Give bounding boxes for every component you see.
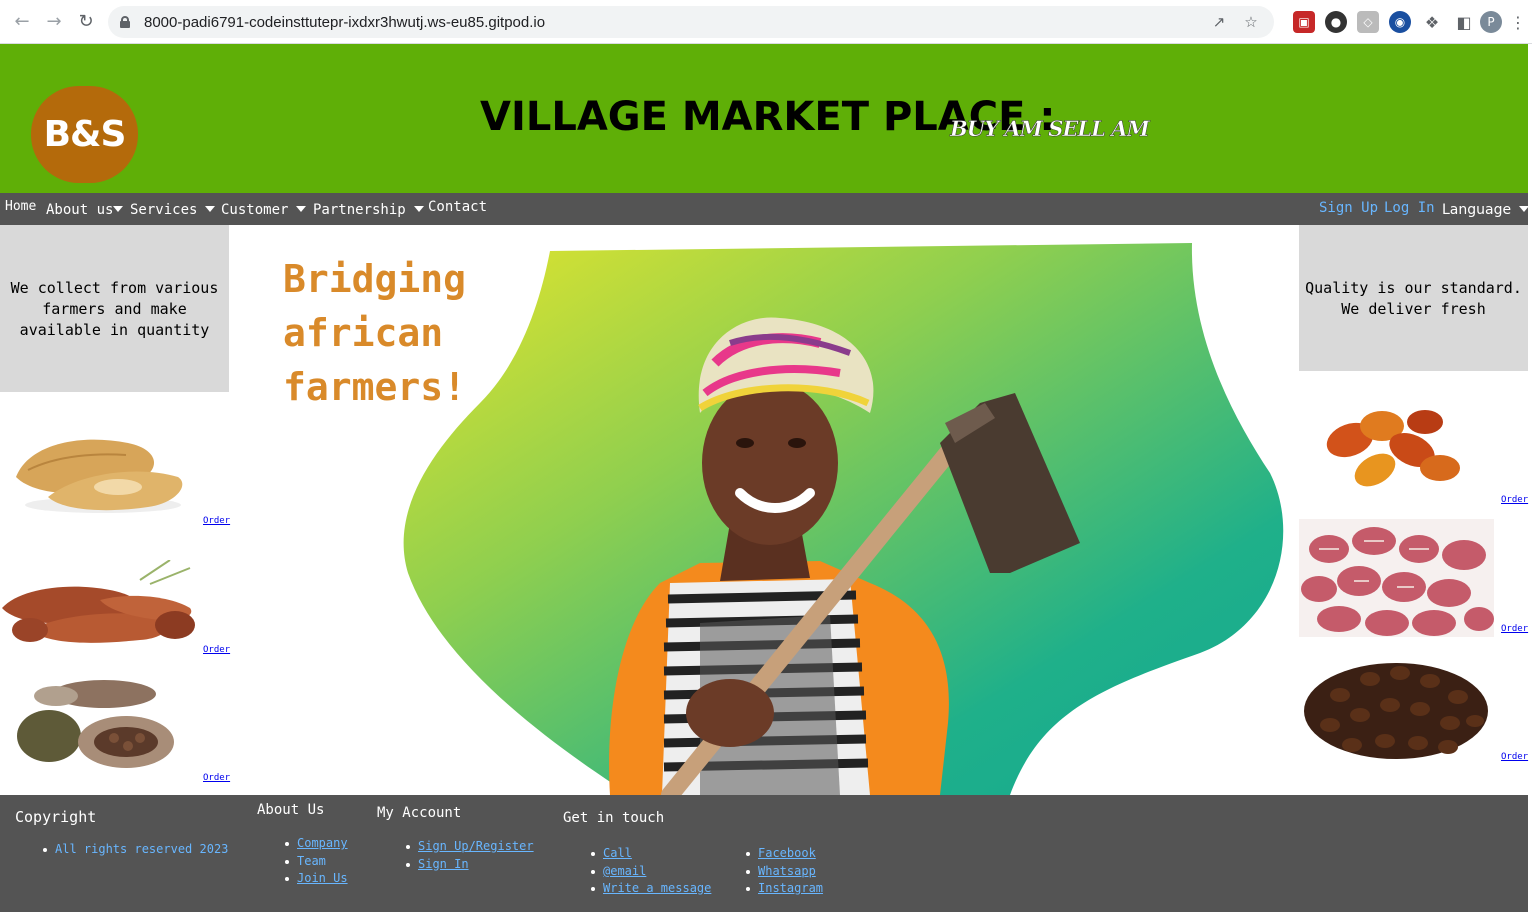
cocoa-pods-image (17, 680, 174, 768)
left-info-box: We collect from various farmers and make… (0, 225, 229, 392)
chevron-down-icon (413, 206, 424, 212)
order-link-coffee[interactable]: Order (1501, 752, 1528, 762)
nav-customer[interactable]: Customer (221, 202, 307, 218)
nav-services-label: Services (130, 202, 198, 218)
footer-link-whatsapp[interactable]: Whatsapp (758, 864, 816, 878)
main-navbar: Home About us Services Customer Partners… (0, 193, 1530, 225)
yam-image (16, 439, 183, 513)
language-dropdown[interactable]: Language (1442, 202, 1530, 218)
forward-arrow-icon[interactable]: → (40, 8, 68, 36)
footer-contact-list-2: Facebook Whatsapp Instagram (744, 845, 823, 898)
palm-fruits-image (1326, 410, 1460, 487)
extensions-bar: ▣ ● ◇ ◉ ❖ ◧ P ⋮ (1288, 7, 1532, 37)
bookmark-star-icon[interactable]: ☆ (1240, 11, 1262, 33)
sign-up-link[interactable]: Sign Up (1319, 200, 1378, 216)
nav-about-label: About us (46, 202, 114, 218)
nav-contact[interactable]: Contact (428, 199, 487, 215)
order-link-kola[interactable]: Order (1501, 624, 1528, 634)
profile-avatar[interactable]: P (1480, 11, 1502, 33)
right-info-box: Quality is our standard. We deliver fres… (1299, 225, 1528, 371)
kola-nuts-image (1299, 519, 1494, 637)
nav-partnership-label: Partnership (313, 202, 406, 218)
url-text[interactable]: 8000-padi6791-codeinsttutepr-ixdxr3hwutj… (144, 14, 1198, 31)
footer-copyright-title: Copyright (15, 808, 97, 826)
extension-icon-3[interactable]: ◉ (1389, 11, 1411, 33)
footer-contact-list-1: Call @email Write a message (589, 845, 711, 898)
footer-copyright-list: All rights reserved 2023 (41, 841, 228, 859)
coffee-beans-image (1304, 663, 1488, 759)
order-link-yam[interactable]: Order (203, 516, 230, 526)
reload-icon[interactable]: ↻ (72, 8, 100, 36)
footer-link-join-us[interactable]: Join Us (297, 871, 348, 885)
order-link-cassava[interactable]: Order (203, 645, 230, 655)
footer-account-list: Sign Up/Register Sign In (404, 838, 534, 873)
chevron-down-icon (1519, 206, 1530, 212)
nav-home[interactable]: Home (5, 199, 36, 214)
footer-link-call[interactable]: Call (603, 846, 632, 860)
site-footer: Copyright All rights reserved 2023 About… (0, 795, 1528, 912)
footer-account-title: My Account (377, 805, 462, 821)
chevron-down-icon (113, 206, 124, 212)
right-info-text: Quality is our standard. We deliver fres… (1305, 279, 1522, 318)
extension-icon-2[interactable]: ◇ (1357, 11, 1379, 33)
footer-link-sign-up[interactable]: Sign Up/Register (418, 839, 534, 853)
footer-link-instagram[interactable]: Instagram (758, 881, 823, 895)
lock-icon[interactable] (120, 16, 130, 28)
nav-services[interactable]: Services (130, 202, 216, 218)
site-header: B&S VILLAGE MARKET PLACE : BUY AM SELL A… (0, 44, 1528, 193)
pdf-extension-icon[interactable]: ▣ (1293, 11, 1315, 33)
log-in-link[interactable]: Log In (1384, 200, 1435, 216)
address-bar[interactable]: 8000-padi6791-codeinsttutepr-ixdxr3hwutj… (108, 6, 1274, 38)
menu-kebab-icon[interactable]: ⋮ (1507, 11, 1529, 33)
left-info-text: We collect from various farmers and make… (10, 279, 219, 339)
hero-farmer-image (403, 243, 1284, 795)
language-label: Language (1442, 202, 1512, 218)
nav-about[interactable]: About us (46, 202, 124, 218)
puzzle-icon[interactable]: ❖ (1421, 11, 1443, 33)
nav-contact-label: Contact (428, 199, 488, 215)
footer-link-team[interactable]: Team (297, 854, 326, 868)
tagline: BUY AM SELL AM (950, 116, 1150, 142)
back-arrow-icon[interactable]: ← (8, 8, 36, 36)
brand-logo[interactable]: B&S (31, 86, 138, 183)
footer-about-title: About Us (257, 802, 325, 818)
footer-link-message[interactable]: Write a message (603, 881, 711, 895)
footer-link-sign-in[interactable]: Sign In (418, 857, 469, 871)
nav-home-label: Home (5, 199, 37, 214)
order-link-palm[interactable]: Order (1501, 495, 1528, 505)
footer-about-list: Company Team Join Us (283, 835, 348, 888)
browser-toolbar: ← → ↻ 8000-padi6791-codeinsttutepr-ixdxr… (0, 0, 1532, 44)
side-panel-icon[interactable]: ◧ (1453, 11, 1475, 33)
footer-contact-title: Get in touch (563, 810, 665, 826)
copyright-text: All rights reserved 2023 (41, 841, 228, 859)
footer-link-facebook[interactable]: Facebook (758, 846, 816, 860)
order-link-cocoa[interactable]: Order (203, 773, 230, 783)
share-icon[interactable]: ↗ (1208, 11, 1230, 33)
footer-link-company[interactable]: Company (297, 836, 348, 850)
nav-partnership[interactable]: Partnership (313, 202, 424, 218)
footer-link-email[interactable]: @email (603, 864, 646, 878)
chevron-down-icon (296, 206, 307, 212)
cassava-image (2, 560, 195, 643)
nav-customer-label: Customer (221, 202, 289, 218)
extension-icon[interactable]: ● (1325, 11, 1347, 33)
chevron-down-icon (205, 206, 216, 212)
